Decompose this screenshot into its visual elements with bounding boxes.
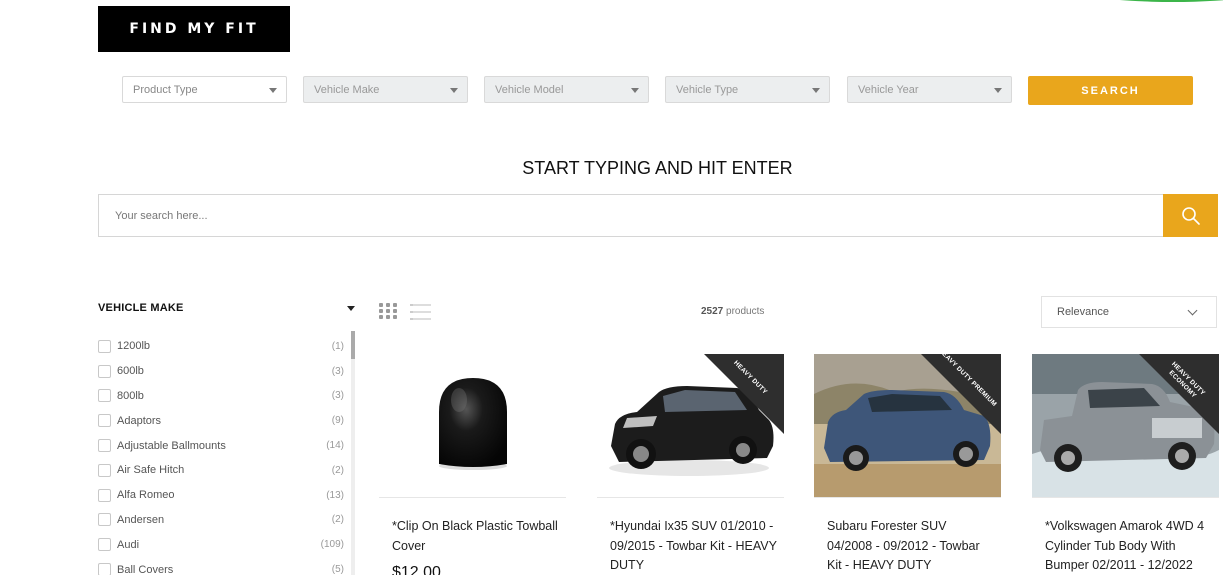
vehicle-year-select-label: Vehicle Year bbox=[858, 83, 919, 96]
sort-select-value: Relevance bbox=[1057, 306, 1109, 318]
list-view-icon[interactable] bbox=[410, 303, 431, 320]
filter-item-label: Andersen bbox=[117, 513, 165, 526]
checkbox[interactable] bbox=[98, 339, 111, 353]
chevron-down-icon bbox=[269, 88, 277, 93]
filter-item-count: (3) bbox=[331, 365, 344, 377]
chevron-down-icon bbox=[450, 88, 458, 93]
product-image[interactable]: HEAVY DUTY bbox=[597, 354, 784, 497]
chevron-down-icon bbox=[994, 88, 1002, 93]
fit-search-button[interactable]: SEARCH bbox=[1028, 76, 1193, 105]
chevron-down-icon bbox=[1187, 305, 1198, 316]
filter-item[interactable]: Adjustable Ballmounts (14) bbox=[98, 433, 346, 458]
chevron-down-icon bbox=[631, 88, 639, 93]
filter-item-label: 1200lb bbox=[117, 340, 151, 353]
product-type-select-label: Product Type bbox=[133, 83, 198, 96]
filter-item-count: (9) bbox=[331, 415, 344, 427]
checkbox[interactable] bbox=[98, 463, 111, 477]
product-count: 2527 products bbox=[701, 306, 764, 317]
filter-item[interactable]: 1200lb (1) bbox=[98, 334, 346, 359]
vehicle-model-select-label: Vehicle Model bbox=[495, 83, 564, 96]
filter-item[interactable]: Air Safe Hitch (2) bbox=[98, 458, 346, 483]
checkbox[interactable] bbox=[98, 364, 111, 378]
vehicle-year-select[interactable]: Vehicle Year bbox=[847, 76, 1012, 103]
ribbon-badge: HEAVY DUTY PREMIUM bbox=[921, 354, 1001, 434]
product-card[interactable]: HEAVY DUTY *Hyundai Ix35 SUV 01/2010 - 0… bbox=[597, 354, 784, 575]
vehicle-make-filter-list: 1200lb (1) 600lb (3) 800lb (3) Adaptors (9) … bbox=[98, 334, 346, 575]
vehicle-type-select[interactable]: Vehicle Type bbox=[665, 76, 830, 103]
product-count-number: 2527 bbox=[701, 306, 724, 317]
product-card[interactable]: *Clip On Black Plastic Towball Cover $12… bbox=[379, 354, 566, 575]
filter-item-label: Adaptors bbox=[117, 414, 162, 427]
filter-item-count: (14) bbox=[326, 440, 344, 452]
product-name[interactable]: *Clip On Black Plastic Towball Cover bbox=[392, 517, 560, 556]
product-price: $12.00 bbox=[392, 564, 441, 575]
filter-item-label: Ball Covers bbox=[117, 563, 174, 575]
filter-item-label: 600lb bbox=[117, 365, 144, 378]
filter-item[interactable]: Adaptors (9) bbox=[98, 408, 346, 433]
page: FIND MY FIT Product Type Vehicle Make Ve… bbox=[0, 0, 1223, 575]
search-input[interactable]: Your search here... bbox=[98, 194, 1164, 237]
filter-item[interactable]: Andersen (2) bbox=[98, 508, 346, 533]
vehicle-make-select[interactable]: Vehicle Make bbox=[303, 76, 468, 103]
filter-scrollbar-thumb[interactable] bbox=[351, 331, 355, 359]
filter-item[interactable]: 800lb (3) bbox=[98, 384, 346, 409]
filter-item-count: (109) bbox=[320, 539, 344, 551]
collapse-caret-icon[interactable] bbox=[347, 306, 355, 311]
ribbon-badge: HEAVY DUTY ECONOMY bbox=[1139, 354, 1219, 434]
find-my-fit-button[interactable]: FIND MY FIT bbox=[98, 6, 290, 52]
filter-item-count: (2) bbox=[331, 464, 344, 476]
search-title: START TYPING AND HIT ENTER bbox=[522, 158, 793, 178]
divider bbox=[814, 497, 1001, 498]
product-name[interactable]: *Volkswagen Amarok 4WD 4 Cylinder Tub Bo… bbox=[1045, 517, 1213, 575]
product-name[interactable]: *Hyundai Ix35 SUV 01/2010 - 09/2015 - To… bbox=[610, 517, 778, 575]
filter-item[interactable]: Audi (109) bbox=[98, 532, 346, 557]
product-name[interactable]: Subaru Forester SUV 04/2008 - 09/2012 - … bbox=[827, 517, 995, 575]
product-image[interactable] bbox=[379, 354, 566, 497]
filter-item-count: (3) bbox=[331, 390, 344, 402]
filter-item[interactable]: Ball Covers (5) bbox=[98, 557, 346, 575]
checkbox[interactable] bbox=[98, 439, 111, 453]
chevron-down-icon bbox=[812, 88, 820, 93]
filter-item[interactable]: 600lb (3) bbox=[98, 359, 346, 384]
product-image[interactable]: HEAVY DUTY ECONOMY bbox=[1032, 354, 1219, 497]
checkbox[interactable] bbox=[98, 389, 111, 403]
search-submit-button[interactable] bbox=[1163, 194, 1218, 237]
checkbox[interactable] bbox=[98, 513, 111, 527]
filter-scrollbar[interactable] bbox=[351, 331, 355, 575]
divider bbox=[597, 497, 784, 498]
sort-select[interactable]: Relevance bbox=[1041, 296, 1217, 328]
search-icon bbox=[1181, 206, 1200, 225]
product-card[interactable]: HEAVY DUTY ECONOMY *Volkswagen Amarok 4W… bbox=[1032, 354, 1219, 575]
product-count-suffix: products bbox=[723, 306, 765, 317]
product-image[interactable]: HEAVY DUTY PREMIUM bbox=[814, 354, 1001, 497]
checkbox[interactable] bbox=[98, 538, 111, 552]
vehicle-make-select-label: Vehicle Make bbox=[314, 83, 380, 96]
filter-item-count: (13) bbox=[326, 489, 344, 501]
checkbox[interactable] bbox=[98, 488, 111, 502]
divider bbox=[1032, 497, 1219, 498]
filter-item-label: 800lb bbox=[117, 389, 144, 402]
filter-item-count: (5) bbox=[331, 564, 344, 575]
filter-item-label: Alfa Romeo bbox=[117, 489, 175, 502]
filter-item[interactable]: Alfa Romeo (13) bbox=[98, 483, 346, 508]
grid-view-icon[interactable] bbox=[379, 303, 398, 320]
vehicle-model-select[interactable]: Vehicle Model bbox=[484, 76, 649, 103]
filter-item-label: Audi bbox=[117, 538, 140, 551]
checkbox[interactable] bbox=[98, 414, 111, 428]
product-card[interactable]: HEAVY DUTY PREMIUM Subaru Forester SUV 0… bbox=[814, 354, 1001, 575]
ribbon-badge: HEAVY DUTY bbox=[704, 354, 784, 434]
filter-item-count: (2) bbox=[331, 514, 344, 526]
filter-item-count: (1) bbox=[331, 340, 344, 352]
divider bbox=[379, 497, 566, 498]
filter-item-label: Adjustable Ballmounts bbox=[117, 439, 226, 452]
decorative-arc bbox=[1063, 0, 1223, 2]
filter-item-label: Air Safe Hitch bbox=[117, 464, 185, 477]
filter-heading: VEHICLE MAKE bbox=[98, 302, 184, 314]
checkbox[interactable] bbox=[98, 563, 111, 575]
vehicle-type-select-label: Vehicle Type bbox=[676, 83, 739, 96]
product-type-select[interactable]: Product Type bbox=[122, 76, 287, 103]
